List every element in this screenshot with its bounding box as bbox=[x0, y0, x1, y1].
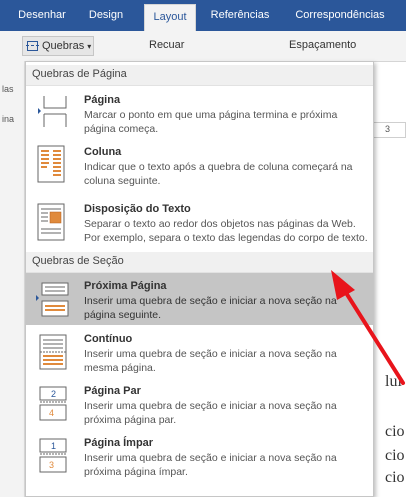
menu-item-title: Disposição do Texto bbox=[84, 203, 191, 215]
menu-item-description: Inserir uma quebra de seção e iniciar a … bbox=[84, 452, 337, 478]
tab-referencias[interactable]: Referências bbox=[204, 0, 276, 31]
next-page-section-icon bbox=[36, 281, 69, 317]
espacamento-label: Espaçamento bbox=[289, 39, 357, 51]
tab-desenhar[interactable]: Desenhar bbox=[12, 0, 72, 31]
red-arrow-icon bbox=[321, 268, 406, 388]
menu-item-title: Página Ímpar bbox=[84, 437, 154, 449]
breaks-icon bbox=[26, 41, 39, 51]
left-panel-fragment: las ina bbox=[0, 61, 25, 497]
svg-text:3: 3 bbox=[49, 460, 54, 470]
svg-text:2: 2 bbox=[51, 389, 56, 399]
column-break-icon bbox=[36, 144, 66, 183]
left-fragment-text: las bbox=[2, 84, 14, 94]
ribbon-toolbar: Quebras ▾ Recuar Espaçamento bbox=[0, 31, 406, 62]
page-break-icon bbox=[36, 94, 67, 128]
document-text-fragment: cio bbox=[385, 447, 405, 464]
menu-item-title: Próxima Página bbox=[84, 280, 167, 292]
menu-item-title: Coluna bbox=[84, 146, 122, 158]
svg-text:1: 1 bbox=[51, 441, 56, 451]
ruler-fragment: 3 bbox=[372, 122, 406, 138]
section-header-label: Quebras de Seção bbox=[32, 255, 124, 267]
ribbon-tab-bar: Desenhar Design Layout Referências Corre… bbox=[0, 0, 406, 31]
text-wrapping-icon bbox=[36, 202, 66, 241]
menu-item-title: Página bbox=[84, 94, 121, 106]
menu-item-title: Página Par bbox=[84, 385, 141, 397]
continuous-section-icon bbox=[36, 333, 67, 370]
chevron-down-icon: ▾ bbox=[87, 42, 92, 51]
document-text-fragment: cio bbox=[385, 469, 405, 486]
menu-item-text-wrapping[interactable]: Disposição do Texto Separar o texto ao r… bbox=[26, 194, 373, 252]
tab-design[interactable]: Design bbox=[80, 0, 132, 31]
menu-item-column-break[interactable]: Coluna Indicar que o texto após a quebra… bbox=[26, 138, 373, 194]
left-fragment-text: ina bbox=[2, 114, 15, 124]
odd-page-section-icon: 1 3 bbox=[36, 437, 67, 473]
menu-item-odd-page[interactable]: 1 3 Página Ímpar Inserir uma quebra de s… bbox=[26, 429, 373, 485]
tab-layout[interactable]: Layout bbox=[144, 4, 196, 31]
menu-item-description: Inserir uma quebra de seção e iniciar a … bbox=[84, 400, 337, 426]
menu-item-page-break[interactable]: Página Marcar o ponto em que uma página … bbox=[26, 86, 373, 138]
section-header-label: Quebras de Página bbox=[32, 68, 127, 80]
recuar-label: Recuar bbox=[149, 39, 185, 51]
quebras-label: Quebras bbox=[42, 40, 85, 52]
even-page-section-icon: 2 4 bbox=[36, 385, 67, 421]
menu-item-description: Marcar o ponto em que uma página termina… bbox=[84, 109, 338, 135]
svg-text:4: 4 bbox=[49, 408, 54, 418]
menu-item-description: Indicar que o texto após a quebra de col… bbox=[84, 161, 353, 187]
quebras-button[interactable]: Quebras ▾ bbox=[22, 36, 94, 56]
menu-item-description: Separar o texto ao redor dos objetos nas… bbox=[84, 218, 368, 244]
document-text-fragment: cio bbox=[385, 423, 405, 440]
section-header-page-breaks: Quebras de Página bbox=[26, 65, 373, 86]
ruler-number: 3 bbox=[385, 124, 391, 134]
tab-correspondencias[interactable]: Correspondências bbox=[284, 0, 396, 31]
menu-item-title: Contínuo bbox=[84, 333, 133, 345]
